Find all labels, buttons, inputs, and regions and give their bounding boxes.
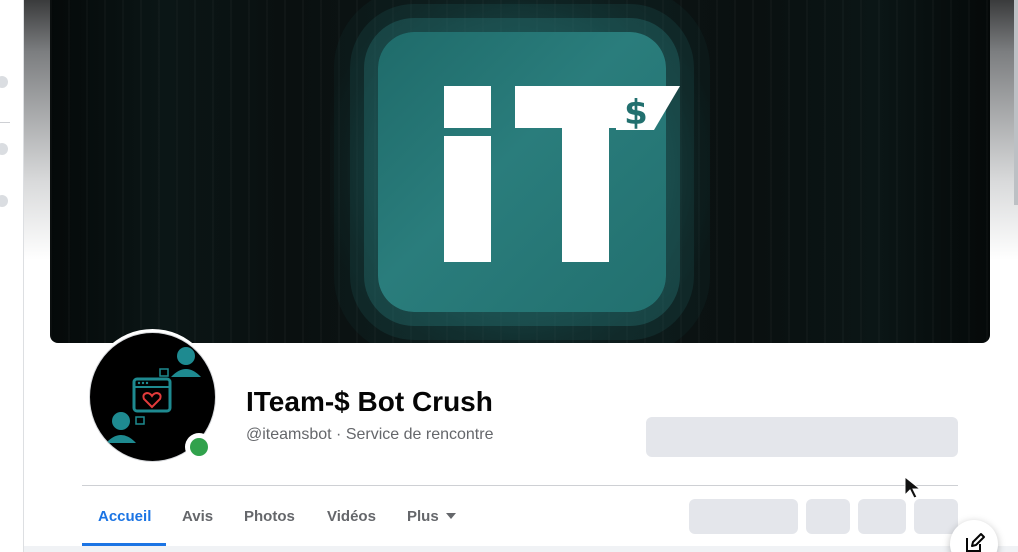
active-tab-indicator — [82, 543, 166, 546]
tab-avis[interactable]: Avis — [182, 508, 213, 525]
sidebar-shortcut-dot[interactable] — [0, 143, 8, 155]
left-sidebar-strip — [0, 0, 24, 552]
sidebar-shortcut-dot[interactable] — [0, 76, 8, 88]
icon-button-placeholder[interactable] — [806, 499, 850, 534]
sidebar-shortcut-dot[interactable] — [0, 195, 8, 207]
sidebar-divider — [0, 122, 10, 123]
page-title: ITeam-$ Bot Crush — [246, 386, 493, 417]
tabs-divider — [82, 485, 958, 486]
svg-text:$: $ — [624, 93, 648, 133]
mouse-cursor — [904, 476, 922, 499]
cover-photo[interactable]: $ — [50, 0, 990, 343]
online-status-dot — [185, 433, 213, 461]
tab-accueil[interactable]: Accueil — [98, 508, 151, 525]
tab-videos[interactable]: Vidéos — [327, 508, 376, 525]
tab-plus[interactable]: Plus — [407, 508, 456, 525]
iteam-logo: $ — [444, 86, 680, 262]
icon-button-placeholder[interactable] — [858, 499, 906, 534]
compose-message-icon — [966, 533, 985, 552]
page-content: $ ITeam-$ Bot Crush @iteamsbot · Service… — [24, 0, 1018, 546]
tab-plus-label: Plus — [407, 508, 439, 525]
caret-down-icon — [445, 513, 456, 519]
secondary-button-placeholder[interactable] — [689, 499, 798, 534]
action-button-placeholder[interactable] — [646, 417, 958, 457]
page-handle-category: @iteamsbot · Service de rencontre — [246, 426, 494, 443]
scrollbar[interactable] — [1014, 0, 1018, 205]
tab-photos[interactable]: Photos — [244, 508, 295, 525]
icon-button-placeholder[interactable] — [914, 499, 958, 534]
